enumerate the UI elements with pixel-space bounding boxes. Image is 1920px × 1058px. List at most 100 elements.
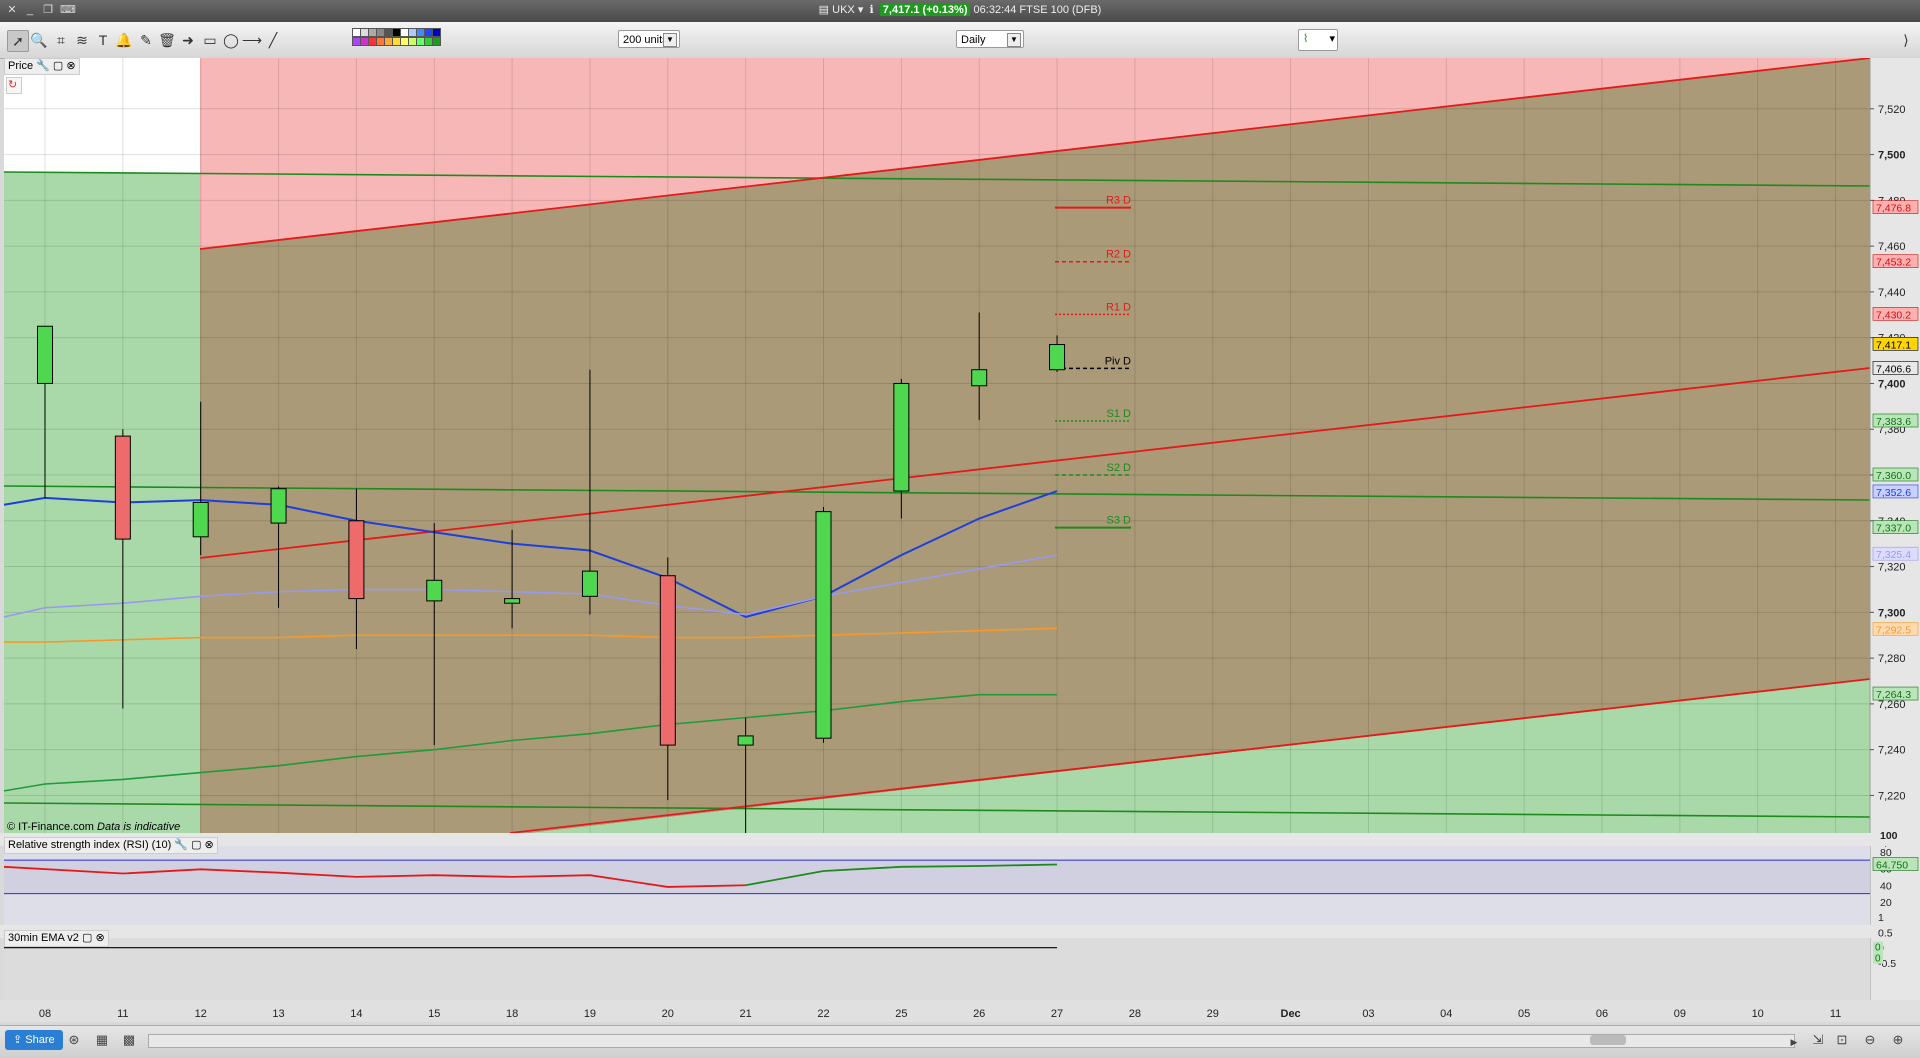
alert-icon[interactable]: 🔔 — [114, 30, 134, 50]
period-dropdown-icon[interactable]: ▼ — [1007, 33, 1021, 47]
units-select[interactable]: 200 units ▼ — [618, 30, 680, 48]
candle-body — [504, 598, 521, 604]
text-tool-icon[interactable]: T — [93, 30, 113, 50]
close-icon[interactable]: ⊗ — [66, 60, 75, 72]
price-label: Price — [8, 60, 34, 72]
date-tick-label: 05 — [1518, 1008, 1530, 1020]
zoom-area-icon[interactable]: ⊡ — [1834, 1032, 1850, 1048]
pivot-label: S3 D — [1107, 515, 1132, 527]
chart-style-dropdown-icon[interactable]: ▾ — [1329, 30, 1335, 48]
table-icon[interactable]: ▦ — [94, 1032, 110, 1048]
candle-body — [815, 511, 832, 739]
value-tag: 7,325.4 — [1872, 546, 1919, 561]
date-tick-label: 13 — [272, 1008, 284, 1020]
candle-body — [893, 382, 910, 492]
pointer-icon[interactable]: ➚ — [7, 30, 29, 52]
share-button[interactable]: ⇪ Share — [5, 1030, 63, 1050]
candle-body — [348, 520, 365, 600]
drawing-toolbar: ➚ 🔍 ⌗ ≋ T 🔔 ✎ 🗑 ➜ ▭ ◯ ⟶ ╱ 200 units ▼ Da… — [0, 22, 1920, 59]
pencil-icon[interactable]: ✎ — [136, 30, 156, 50]
settings-icon[interactable]: 🔧 — [36, 60, 50, 72]
date-tick-label: 14 — [350, 1008, 362, 1020]
share-icon: ⇪ — [13, 1034, 23, 1046]
rsi-settings-icon[interactable]: 🔧 — [174, 839, 188, 851]
candle-body — [659, 575, 676, 746]
date-tick-label: 09 — [1674, 1008, 1686, 1020]
ema-close-icon[interactable]: ⊗ — [95, 932, 104, 944]
value-tag-text: 7,352.6 — [1876, 487, 1911, 499]
ellipse-icon[interactable]: ◯ — [221, 30, 241, 50]
price-panel-label: Price 🔧 ▢ ⊗ — [4, 58, 80, 75]
price-badge: 7,417.1 (+0.13%) — [879, 4, 971, 16]
fit-chart-icon[interactable]: ⇲ — [1810, 1032, 1826, 1048]
trend-line-icon[interactable]: ╱ — [263, 30, 283, 50]
value-tag: 7,337.0 — [1872, 520, 1919, 535]
date-tick-label: 08 — [39, 1008, 51, 1020]
date-tick-label: 11 — [117, 1008, 128, 1020]
rsi-panel-label: Relative strength index (RSI) (10) 🔧 ▢ ⊗ — [4, 837, 218, 854]
rectangle-icon[interactable]: ▭ — [200, 30, 220, 50]
period-select[interactable]: Daily ▼ — [956, 30, 1024, 48]
rsi-close-icon[interactable]: ⊗ — [205, 839, 214, 851]
candle — [815, 507, 832, 743]
date-tick-label: 27 — [1051, 1008, 1063, 1020]
rsi-tick-label: 80 — [1880, 847, 1892, 859]
time-label: 06:32:44 FTSE 100 (DFB) — [973, 4, 1102, 16]
axis-tick-label: 7,300 — [1878, 607, 1906, 619]
ema-value-tag: 0 — [1873, 941, 1883, 954]
refresh-icon[interactable]: ↻ — [6, 77, 22, 94]
pivot-label: S2 D — [1107, 462, 1132, 474]
ticker-label[interactable]: UKX — [832, 4, 855, 16]
horizontal-line-icon[interactable]: ⟶ — [242, 30, 262, 50]
date-tick-label: 19 — [584, 1008, 596, 1020]
share-label: Share — [25, 1034, 55, 1046]
chart-canvas[interactable]: R3 DR2 DR1 DPiv DS1 DS2 DS3 D 7,2007,220… — [0, 58, 1920, 1022]
date-tick-label: 04 — [1440, 1008, 1452, 1020]
date-tick-label: Dec — [1281, 1008, 1301, 1020]
scroll-right-icon[interactable]: ▶ — [1788, 1034, 1800, 1047]
ema-maximize-icon[interactable]: ▢ — [82, 932, 92, 944]
rsi-maximize-icon[interactable]: ▢ — [191, 839, 201, 851]
axis-tick-label: 7,320 — [1878, 562, 1906, 574]
units-select-value: 200 units — [623, 34, 668, 46]
value-tag: 7,292.5 — [1872, 622, 1919, 637]
candle-body — [581, 570, 598, 597]
ema-value-text: 0 — [1875, 943, 1881, 954]
candle-body — [114, 435, 131, 540]
chart-style-icon: ⌇ — [1303, 33, 1309, 45]
ticker-dropdown-icon[interactable]: ▾ — [858, 4, 864, 16]
panel-toggle-icon[interactable]: ⟩ — [1896, 30, 1916, 50]
date-tick-label: 29 — [1207, 1008, 1219, 1020]
color-swatch[interactable] — [432, 28, 441, 37]
grid-icon[interactable]: ▩ — [121, 1032, 137, 1048]
units-dropdown-icon[interactable]: ▼ — [663, 33, 677, 47]
arrow-right-icon[interactable]: ➜ — [178, 30, 198, 50]
period-select-value: Daily — [961, 34, 986, 46]
value-tag: 7,430.2 — [1872, 307, 1919, 321]
date-tick-label: 15 — [428, 1008, 440, 1020]
ema-tick-label: 0.5 — [1878, 927, 1893, 939]
date-tick-label: 03 — [1362, 1008, 1374, 1020]
value-tag-text: 7,337.0 — [1876, 523, 1911, 535]
value-tag-text: 7,453.2 — [1876, 257, 1911, 269]
scrollbar-thumb[interactable] — [1590, 1035, 1626, 1045]
zoom-out-icon[interactable]: ⊖ — [1862, 1032, 1878, 1048]
color-swatch[interactable] — [432, 37, 441, 46]
zoom-icon[interactable]: 🔍 — [29, 30, 49, 50]
fibonacci-icon[interactable]: ≋ — [72, 30, 92, 50]
axis-tick-label: 7,440 — [1878, 287, 1906, 299]
candle-body — [971, 369, 988, 387]
info-icon[interactable]: ℹ — [869, 4, 873, 16]
date-axis: 08 11 12 13 14 15 18 19 20 21 22 25 26 27 28 29 Dec 03 04 0… — [0, 1000, 1920, 1022]
chart-style-select[interactable]: ⌇ ▾ — [1298, 29, 1338, 51]
maximize-icon[interactable]: ▢ — [53, 60, 63, 72]
ema-panel-label: 30min EMA v2 ▢ ⊗ — [4, 930, 109, 947]
candle-body — [426, 579, 443, 602]
trash-icon[interactable]: 🗑 — [157, 30, 177, 50]
crosshair-icon[interactable]: ⊛ — [66, 1032, 82, 1048]
time-scrollbar[interactable] — [148, 1034, 1795, 1048]
value-tag: 7,453.2 — [1872, 254, 1919, 269]
zoom-in-icon[interactable]: ⊕ — [1890, 1032, 1906, 1048]
pivot-label: S1 D — [1107, 408, 1132, 420]
indicator-icon[interactable]: ⌗ — [51, 30, 71, 50]
